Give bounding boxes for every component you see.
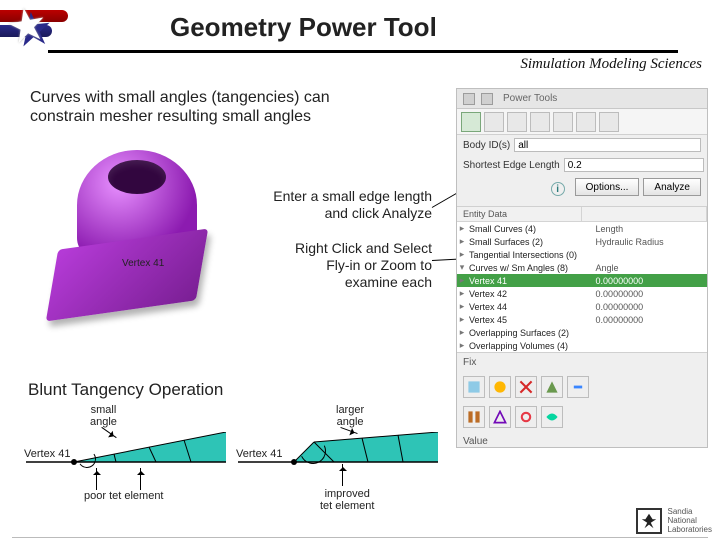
toolbar-mesh-icon[interactable]	[484, 112, 504, 132]
panel-toolbar	[457, 109, 707, 135]
edge-length-label: Shortest Edge Length	[463, 160, 560, 171]
power-tools-panel: Power Tools Body ID(s) Shortest Edge Len…	[456, 88, 708, 448]
slide-subtitle: Simulation Modeling Sciences	[520, 56, 702, 73]
poor-arrow-2	[140, 468, 141, 490]
poor-arrow-1	[96, 468, 97, 490]
tree-row[interactable]: ▸Small Curves (4)Length	[457, 222, 707, 235]
header-decoration: ★ ★	[0, 0, 140, 55]
fix-delete-icon[interactable]	[515, 376, 537, 398]
tree-row[interactable]: ▸Vertex 420.00000000	[457, 287, 707, 300]
small-angle-label: smallangle	[90, 404, 117, 428]
poor-caption: poor tet element	[84, 490, 164, 502]
fix-remove-icon[interactable]	[515, 406, 537, 428]
improved-caption: improvedtet element	[320, 488, 374, 512]
tree-row[interactable]: ▸Overlapping Surfaces (2)	[457, 326, 707, 339]
improved-arrow	[342, 464, 343, 486]
value-section-label: Value	[457, 432, 707, 451]
tree-row[interactable]: ▸Vertex 410.00000000	[457, 274, 707, 287]
tree-row[interactable]: ▸Tangential Intersections (0)	[457, 248, 707, 261]
options-button[interactable]: Options...	[575, 178, 640, 196]
tree-row[interactable]: ▸Overlapping Volumes (4)	[457, 339, 707, 352]
fix-regularize-icon[interactable]	[541, 406, 563, 428]
tree-row[interactable]: ▾Curves w/ Sm Angles (8)Angle	[457, 261, 707, 274]
diagnostics-tree[interactable]: Entity Data ▸Small Curves (4)Length▸Smal…	[457, 206, 707, 353]
part-3d-illustration: Vertex 41	[32, 140, 232, 330]
fix-icon-row-1	[457, 372, 707, 402]
hint-enter-edge: Enter a small edge length and click Anal…	[270, 188, 432, 222]
edge-length-input[interactable]	[564, 158, 704, 172]
fix-blunt-icon[interactable]	[489, 406, 511, 428]
fix-section-label: Fix	[457, 353, 707, 372]
analyze-button[interactable]: Analyze	[643, 178, 701, 196]
fix-composite-icon[interactable]	[463, 406, 485, 428]
panel-close-icon[interactable]	[463, 93, 475, 105]
body-id-input[interactable]	[514, 138, 701, 152]
toolbar-select-icon[interactable]	[507, 112, 527, 132]
toolbar-volume-icon[interactable]	[530, 112, 550, 132]
sandia-logo: Sandia National Laboratories	[636, 507, 712, 534]
toolbar-geometry-icon[interactable]	[461, 112, 481, 132]
tree-header-value	[582, 207, 707, 221]
mesh-before	[26, 432, 226, 476]
info-icon[interactable]: i	[551, 182, 565, 196]
fix-split-icon[interactable]	[463, 376, 485, 398]
hint-right-click: Right Click and Select Fly-in or Zoom to…	[270, 240, 432, 291]
fix-collapse-icon[interactable]	[541, 376, 563, 398]
fix-merge-icon[interactable]	[489, 376, 511, 398]
title-rule	[48, 50, 678, 53]
fix-icon-row-2	[457, 402, 707, 432]
mesh-after	[238, 432, 438, 476]
slide-title: Geometry Power Tool	[170, 12, 437, 43]
tree-row[interactable]: ▸Vertex 450.00000000	[457, 313, 707, 326]
toolbar-measure-icon[interactable]	[576, 112, 596, 132]
tree-row[interactable]: ▸Vertex 440.00000000	[457, 300, 707, 313]
tree-row[interactable]: ▸Small Surfaces (2)Hydraulic Radius	[457, 235, 707, 248]
larger-angle-label: largerangle	[336, 404, 364, 428]
panel-header: Power Tools	[457, 89, 707, 109]
toolbar-inspect-icon[interactable]	[553, 112, 573, 132]
panel-title: Power Tools	[503, 93, 557, 104]
footer-rule	[12, 537, 708, 538]
panel-pin-icon[interactable]	[481, 93, 493, 105]
description-text: Curves with small angles (tangencies) ca…	[30, 88, 390, 126]
tree-header-entity: Entity Data	[457, 207, 582, 221]
body-id-label: Body ID(s)	[463, 140, 510, 151]
fix-tweak-icon[interactable]	[567, 376, 589, 398]
part-vertex-label: Vertex 41	[122, 258, 164, 269]
thunderbird-icon	[636, 508, 662, 534]
section-title: Blunt Tangency Operation	[28, 380, 223, 400]
toolbar-color-icon[interactable]	[599, 112, 619, 132]
